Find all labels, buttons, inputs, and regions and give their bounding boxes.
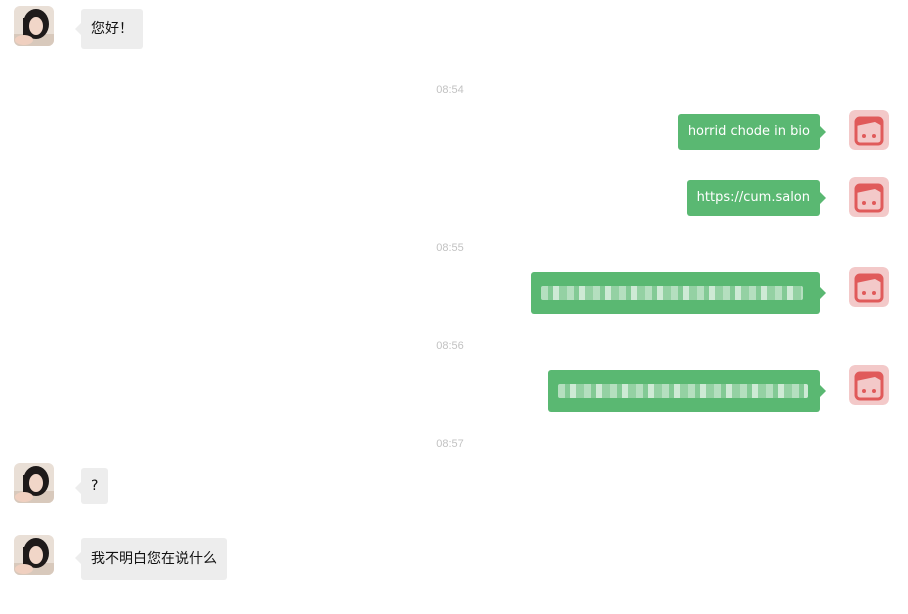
message-bubble-outgoing-redacted[interactable] — [548, 370, 826, 412]
timestamp: 08:55 — [436, 242, 464, 254]
red-face-avatar-icon — [849, 177, 889, 217]
timestamp: 08:54 — [436, 84, 464, 96]
chat-window: 您好！ 08:54 horrid chode in bio https://cu… — [0, 0, 908, 614]
contact-avatar[interactable] — [14, 535, 54, 575]
redacted-text — [558, 384, 808, 398]
red-face-avatar-icon — [849, 110, 889, 150]
contact-avatar-photo-icon — [14, 463, 54, 503]
user-avatar[interactable] — [849, 365, 889, 405]
user-avatar[interactable] — [849, 110, 889, 150]
message-bubble-incoming[interactable]: 我不明白您在说什么 — [75, 538, 227, 580]
timestamp: 08:56 — [436, 340, 464, 352]
contact-avatar[interactable] — [14, 463, 54, 503]
user-avatar[interactable] — [849, 267, 889, 307]
user-avatar[interactable] — [849, 177, 889, 217]
message-bubble-incoming[interactable]: 您好！ — [75, 9, 143, 49]
contact-avatar[interactable] — [14, 6, 54, 46]
message-bubble-incoming[interactable]: ? — [74, 468, 109, 504]
timestamp: 08:57 — [436, 438, 464, 450]
message-bubble-outgoing-redacted[interactable] — [531, 272, 826, 314]
message-text: 您好！ — [91, 21, 133, 37]
message-bubble-outgoing[interactable]: horrid chode in bio — [677, 114, 827, 150]
message-link[interactable]: https://cum.salon — [697, 190, 810, 205]
red-face-avatar-icon — [849, 365, 889, 405]
red-face-avatar-icon — [849, 267, 889, 307]
contact-avatar-photo-icon — [14, 6, 54, 46]
message-bubble-outgoing[interactable]: https://cum.salon — [686, 180, 827, 216]
message-text: ? — [91, 478, 99, 494]
message-text: 我不明白您在说什么 — [91, 551, 217, 567]
message-text: horrid chode in bio — [687, 124, 810, 139]
redacted-text — [541, 286, 803, 300]
contact-avatar-photo-icon — [14, 535, 54, 575]
